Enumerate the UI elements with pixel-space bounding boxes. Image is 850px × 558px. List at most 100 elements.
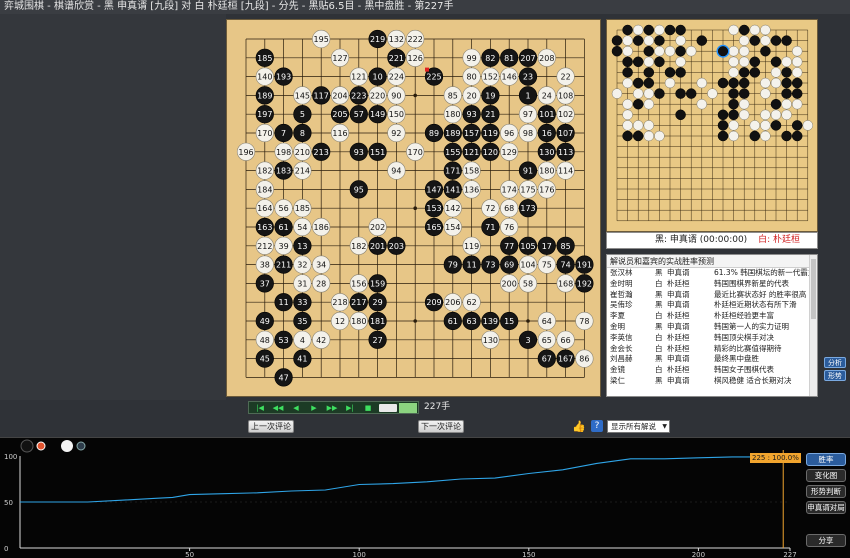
comment-row[interactable]: 李夏 白朴廷桓 朴廷桓经验更丰富 (607, 311, 817, 322)
white-stone: 12 (330, 311, 350, 331)
variation-button[interactable]: 变化图 (806, 469, 846, 482)
comment-row[interactable]: 金时明 白朴廷桓 韩国围棋界新星的代表 (607, 279, 817, 290)
white-stone: 204 (330, 86, 350, 105)
mini-white-stone (791, 45, 803, 57)
white-stone: 146 (500, 67, 519, 86)
stone-move-number: 165 (426, 223, 441, 232)
forward-button[interactable]: ▶ (307, 403, 321, 413)
mini-white-stone (760, 35, 771, 46)
mini-white-stone (643, 88, 655, 99)
stone-move-number: 7 (281, 129, 286, 138)
go-board-canvas[interactable]: 195 219 132 222185 127 221 126 99 82 81 207 208140 1… (227, 20, 602, 398)
move-navigation: |◀ ◀◀ ◀ ▶ ▶▶ ▶| ■ (248, 401, 419, 414)
predicted-player: 朴廷桓 (667, 343, 690, 353)
comment-row[interactable]: 金镜 白朴廷桓 韩国女子围棋代表 (607, 365, 817, 376)
comment-row[interactable]: 张汉林 黑申真谞 61.3% 韩国棋坛的新一代霸主 (607, 268, 817, 279)
mini-black-stone (791, 77, 803, 89)
commenter-name: 梁仁 (610, 375, 625, 385)
mini-white-stone (622, 77, 633, 89)
stone-move-number: 225 (426, 73, 441, 82)
stone-move-number: 127 (332, 54, 347, 63)
black-player-info: 黑: 申真谞 (00:00:00) (655, 235, 748, 245)
commenter-name: 刘昌赫 (610, 354, 633, 364)
stone-move-number: 156 (351, 279, 366, 288)
stone-move-number: 147 (426, 185, 441, 194)
stone-move-number: 218 (332, 298, 347, 307)
stone-move-number: 97 (523, 110, 533, 119)
comment-row[interactable]: 吴侑珍 黑申真谞 朴廷桓近期状态有所下滑 (607, 300, 817, 311)
mini-white-stone (664, 45, 676, 57)
mini-white-stone (791, 98, 803, 110)
back-button[interactable]: ◀ (289, 403, 303, 413)
comment-row[interactable]: 李英信 白朴廷桓 韩国顶尖棋手对决 (607, 333, 817, 344)
stone-move-number: 57 (354, 110, 364, 119)
black-stone: 165 (424, 217, 444, 237)
black-stone: 33 (293, 293, 312, 312)
winrate-button[interactable]: 胜率 (806, 453, 846, 466)
comment-row[interactable]: 金会长 白朴廷桓 精彩的比赛值得期待 (607, 344, 817, 355)
stone-move-number: 41 (297, 355, 307, 364)
next-comment-button[interactable]: 下一次评论 (418, 420, 464, 433)
stone-move-number: 22 (561, 73, 571, 82)
prev-comment-button[interactable]: 上一次评论 (248, 420, 294, 433)
comment-list[interactable]: 解说员和嘉宾的实战胜率预测 张汉林黑申真谞 61.3% 韩国棋坛的新一代霸主 金时明… (606, 254, 818, 397)
mini-black-stone (781, 35, 792, 46)
black-stone: 79 (443, 255, 462, 274)
white-stone: 34 (312, 255, 331, 274)
stone-move-number: 58 (523, 279, 533, 288)
stone-move-number: 53 (279, 336, 289, 345)
stone-move-number: 192 (577, 279, 592, 288)
stone-move-number: 73 (485, 261, 495, 270)
mini-white-stone (760, 109, 771, 121)
stone-move-number: 180 (351, 317, 366, 326)
last-move-button[interactable]: ▶| (343, 403, 357, 413)
white-stone: 64 (537, 311, 556, 331)
black-stone: 155 (443, 142, 462, 161)
go-board[interactable]: 195 219 132 222 185 127 221 126 99 82 81 207 208 140 1… (226, 19, 601, 397)
y-tick-label: 100 (4, 453, 17, 461)
thumbs-up-icon[interactable]: 👍 (572, 420, 586, 433)
black-stone: 57 (349, 105, 368, 124)
comment-text: 韩国第一人的实力证明 (714, 321, 789, 331)
stop-button[interactable]: ■ (361, 403, 375, 413)
move-slider[interactable] (379, 404, 397, 412)
analyze-button[interactable]: 分析 (824, 357, 846, 368)
stone-move-number: 221 (389, 54, 404, 63)
back-fast-button[interactable]: ◀◀ (271, 403, 285, 413)
mini-black-stone (770, 120, 782, 131)
mini-white-stone (728, 24, 739, 36)
comment-row[interactable]: 崔哲瀚 黑申真谞 最近比赛状态好 的胜率很高 (607, 290, 817, 301)
mini-black-stone (791, 88, 803, 99)
share-button[interactable]: 分享 (806, 534, 846, 547)
predicted-side: 黑 (655, 300, 663, 310)
comment-row[interactable]: 梁仁 黑申真谞 棋风稳健 适合长期对决 (607, 376, 817, 387)
comment-row[interactable]: 刘昌赫 黑申真谞 最终黑中盘胜 (607, 354, 817, 365)
mini-black-stone (632, 56, 644, 68)
white-stone: 72 (481, 199, 500, 218)
position-judge-button[interactable]: 形势判断 (806, 485, 846, 498)
x-tick-label: 227 (783, 551, 796, 558)
comment-row[interactable]: 金明 黑申真谞 韩国第一人的实力证明 (607, 322, 817, 333)
black-stone: 149 (368, 105, 387, 124)
judge-button[interactable]: 形势 (824, 370, 846, 381)
mini-board-canvas (611, 24, 814, 222)
stone-move-number: 209 (426, 298, 441, 307)
forward-fast-button[interactable]: ▶▶ (325, 403, 339, 413)
winrate-graph-canvas[interactable]: 100 50 0 50 100 150 200 227 (0, 438, 850, 558)
predicted-side: 白 (655, 332, 663, 342)
player-games-button[interactable]: 申真谞对局 (806, 501, 846, 514)
stone-move-number: 66 (561, 336, 571, 345)
left-panel (0, 14, 226, 400)
help-icon[interactable]: ? (591, 420, 603, 432)
winrate-graph[interactable]: 100 50 0 50 100 150 200 227 225 : 100.0% 胜率 变化图… (0, 437, 850, 558)
stone-move-number: 91 (523, 167, 533, 176)
white-stone: 156 (349, 274, 368, 293)
comment-scrollbar[interactable] (809, 255, 817, 396)
mini-white-stone (781, 109, 792, 121)
mini-white-stone (643, 98, 655, 110)
stone-move-number: 19 (485, 91, 495, 100)
first-move-button[interactable]: |◀ (253, 403, 267, 413)
scrollbar-thumb[interactable] (811, 259, 816, 319)
comment-filter-select[interactable]: 显示所有解说 ▼ (607, 420, 670, 433)
mini-white-stone (781, 56, 792, 68)
